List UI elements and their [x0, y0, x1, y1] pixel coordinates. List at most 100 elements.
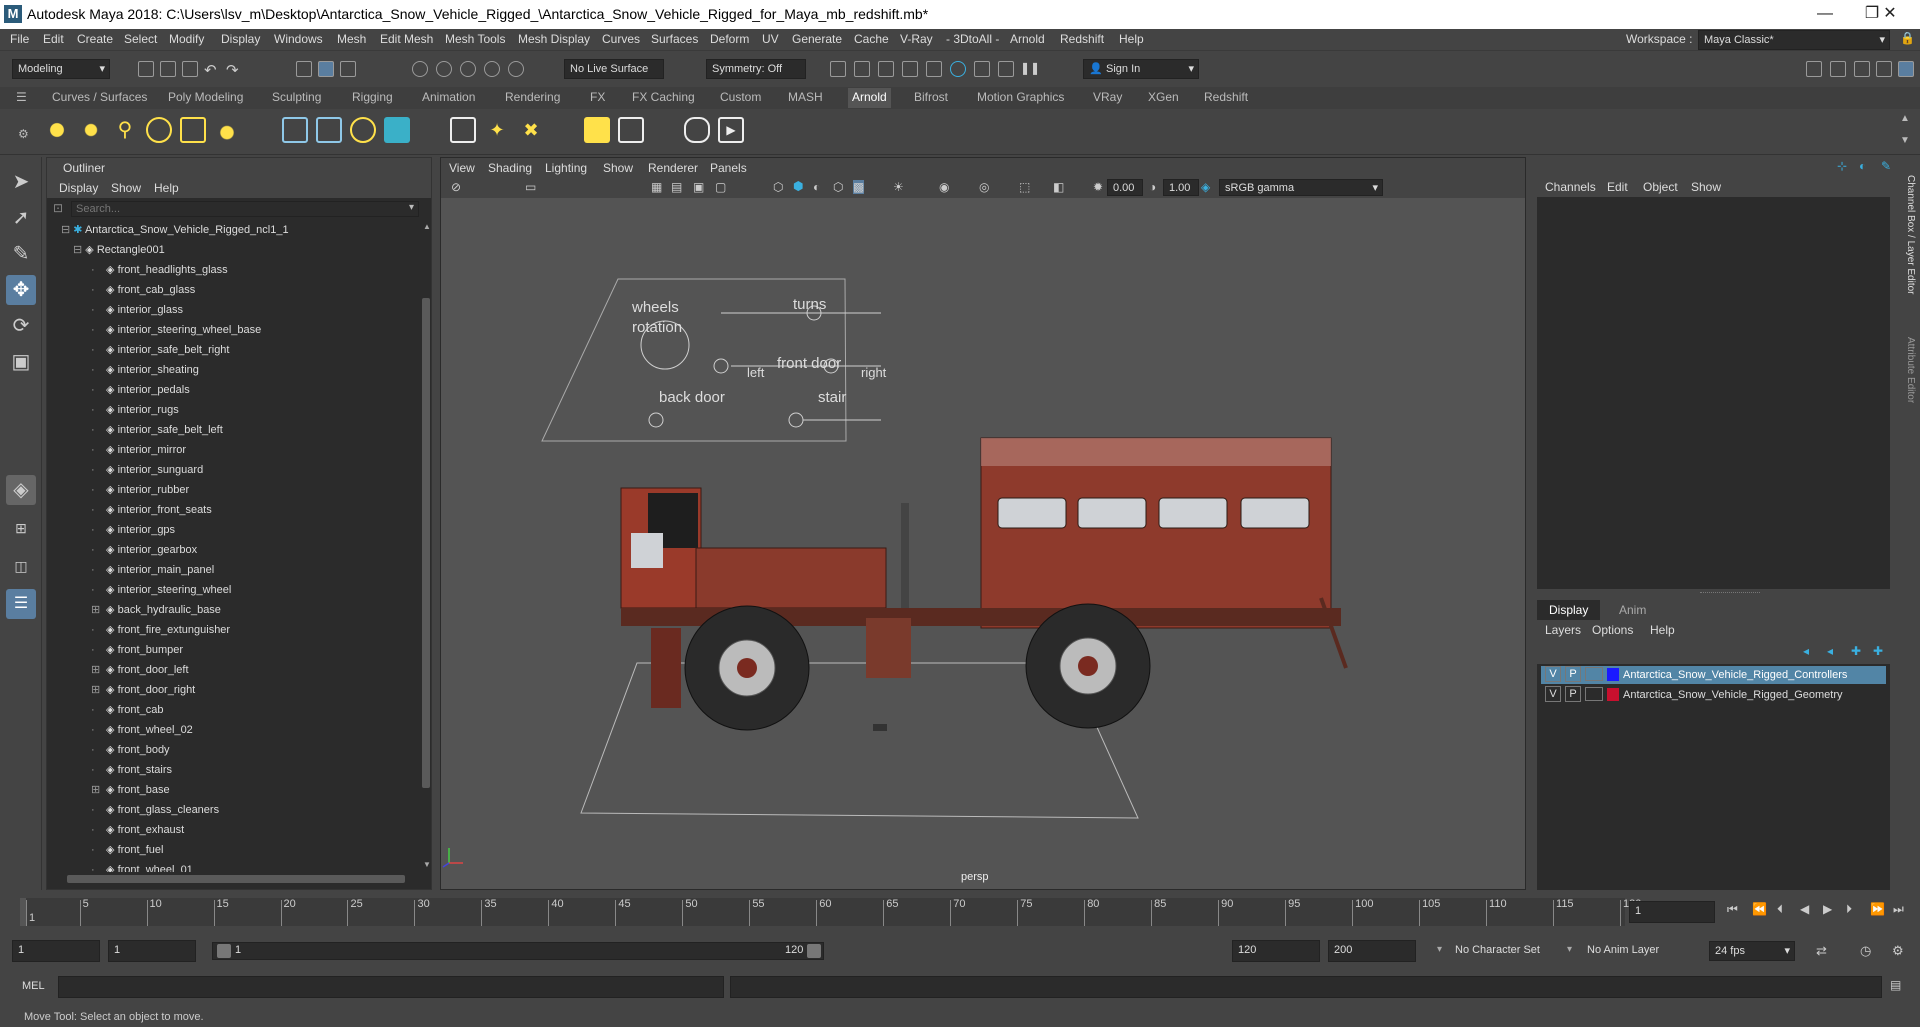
arnold-help-icon[interactable] — [618, 117, 644, 143]
redshift-ipr-icon[interactable] — [998, 61, 1014, 77]
isolate-select-icon[interactable]: ⬚ — [1019, 180, 1030, 194]
character-controls-icon[interactable] — [1830, 61, 1846, 77]
outliner-item[interactable]: · ◈ front_wheel_02 — [91, 720, 193, 740]
cb-menu-object[interactable]: Object — [1643, 180, 1678, 194]
snap-view-icon[interactable] — [484, 61, 500, 77]
shelf-tab-redshift[interactable]: Redshift — [1204, 90, 1248, 104]
eye-icon[interactable] — [684, 117, 710, 143]
animation-prefs-icon[interactable]: ⚙ — [1892, 943, 1904, 959]
smooth-shade-icon[interactable]: ⬢ — [793, 179, 803, 193]
physical-sky-icon[interactable] — [214, 117, 240, 143]
new-scene-icon[interactable] — [138, 61, 154, 77]
outliner-item[interactable]: · ◈ front_glass_cleaners — [91, 800, 219, 820]
outliner-item[interactable]: · ◈ front_headlights_glass — [91, 260, 228, 280]
expand-icon[interactable]: ⊞ — [91, 660, 103, 680]
tree-root[interactable]: ⊟ ✱ Antarctica_Snow_Vehicle_Rigged_ncl1_… — [61, 220, 289, 240]
use-all-lights-icon[interactable]: ☀ — [893, 180, 904, 194]
loop-icon[interactable]: ⇄ — [1816, 943, 1827, 959]
outliner-item[interactable]: · ◈ front_body — [91, 740, 170, 760]
workspace-dropdown[interactable]: Maya Classic* ▾ — [1698, 30, 1890, 50]
tree-group[interactable]: ⊟ ◈ Rectangle001 — [73, 240, 165, 260]
outliner-menu-help[interactable]: Help — [154, 181, 179, 195]
gamma-icon[interactable]: ◑ — [1149, 180, 1156, 194]
color-management-icon[interactable]: ◈ — [1201, 180, 1210, 194]
render-settings-icon[interactable] — [902, 61, 918, 77]
scroll-down-icon[interactable]: ▼ — [423, 860, 431, 869]
layer-visibility-toggle[interactable]: V — [1545, 666, 1561, 682]
outliner-item[interactable]: · ◈ interior_safe_belt_left — [91, 420, 223, 440]
character-set-dropdown[interactable]: No Character Set — [1455, 944, 1540, 956]
menu-edit[interactable]: Edit — [43, 32, 64, 46]
area-light-icon[interactable] — [44, 117, 70, 143]
menu-cache[interactable]: Cache — [854, 32, 889, 46]
shelf-scroll-up-icon[interactable]: ▲ — [1900, 113, 1910, 124]
outliner-item[interactable]: · ◈ interior_gps — [91, 520, 175, 540]
hypershade-icon[interactable] — [926, 61, 942, 77]
menu-display[interactable]: Display — [221, 32, 260, 46]
layer-color-swatch[interactable] — [1607, 668, 1619, 681]
move-layer-up-icon[interactable]: ◂ — [1803, 644, 1809, 658]
light-portal-icon[interactable] — [180, 117, 206, 143]
shelf-tab-rendering[interactable]: Rendering — [505, 90, 560, 104]
cb-menu-channels[interactable]: Channels — [1545, 180, 1596, 194]
render-view-icon[interactable] — [450, 117, 476, 143]
outliner-item[interactable]: · ◈ interior_glass — [91, 300, 183, 320]
menu-mesh[interactable]: Mesh — [337, 32, 366, 46]
snap-curve-icon[interactable] — [436, 61, 452, 77]
skydome-light-icon[interactable] — [146, 117, 172, 143]
menu-create[interactable]: Create — [77, 32, 113, 46]
shelf-tab-fx[interactable]: FX — [590, 90, 605, 104]
layer-row[interactable]: V P Antarctica_Snow_Vehicle_Rigged_Geometr… — [1541, 686, 1886, 704]
menu-set-dropdown[interactable]: Modeling ▾ — [12, 59, 110, 79]
playback-start-field[interactable]: 1 — [108, 940, 196, 962]
rotate-tool-icon[interactable]: ⟳ — [6, 311, 36, 341]
channel-box-icon[interactable]: ◐ — [1859, 159, 1866, 173]
sign-in-button[interactable]: 👤 Sign In ▾ — [1083, 59, 1199, 79]
outliner-item[interactable]: ⊞ ◈ front_base — [91, 780, 170, 800]
menu-redshift[interactable]: Redshift — [1060, 32, 1104, 46]
attribute-editor-side-tab[interactable]: Attribute Editor — [1902, 337, 1918, 457]
fps-dropdown[interactable]: 24 fps ▾ — [1709, 941, 1795, 961]
menu-deform[interactable]: Deform — [710, 32, 749, 46]
menu-help[interactable]: Help — [1119, 32, 1144, 46]
shelf-tab-rigging[interactable]: Rigging — [352, 90, 393, 104]
panel-divider[interactable] — [1700, 592, 1760, 594]
flush-caches-icon[interactable]: ✖ — [518, 117, 544, 143]
redo-icon[interactable]: ↷ — [226, 61, 242, 79]
export-standin-icon[interactable] — [316, 117, 342, 143]
menu-mesh-display[interactable]: Mesh Display — [518, 32, 590, 46]
outliner-item[interactable]: · ◈ front_wheel_01 — [91, 860, 193, 872]
save-scene-icon[interactable] — [182, 61, 198, 77]
outliner-item[interactable]: · ◈ interior_safe_belt_right — [91, 340, 229, 360]
menu-windows[interactable]: Windows — [274, 32, 323, 46]
snap-grid-icon[interactable] — [412, 61, 428, 77]
standin-icon[interactable] — [282, 117, 308, 143]
script-editor-icon[interactable]: ▤ — [1890, 978, 1901, 992]
paint-select-icon[interactable]: ✎ — [6, 239, 36, 269]
search-options-icon[interactable]: ▾ — [409, 202, 414, 213]
viewport-canvas[interactable]: wheels rotation turns left front door ri… — [441, 198, 1527, 891]
time-slider[interactable]: 1 5 10 15 20 25 30 35 40 45 50 55 60 65 70 75 80 85 90 95 10… — [0, 892, 1920, 932]
range-end-handle[interactable] — [807, 944, 821, 958]
auto-key-icon[interactable]: ◷ — [1860, 943, 1871, 959]
outliner-item[interactable]: · ◈ front_exhaust — [91, 820, 184, 840]
layer-playback-toggle[interactable]: P — [1565, 686, 1581, 702]
wireframe-on-shaded-icon[interactable]: ⬡ — [833, 180, 843, 194]
outliner-item[interactable]: · ◈ interior_mirror — [91, 440, 186, 460]
menu-3dtoall[interactable]: - 3DtoAll - — [946, 32, 999, 46]
shelf-scroll-down-icon[interactable]: ▼ — [1900, 135, 1910, 146]
outliner-layout-icon[interactable]: ☰ — [6, 589, 36, 619]
layer-type-toggle[interactable] — [1585, 687, 1603, 701]
expand-icon[interactable]: ⊞ — [91, 780, 103, 800]
undo-icon[interactable]: ↶ — [204, 61, 220, 79]
ambient-occlusion-icon[interactable]: ◎ — [979, 180, 989, 194]
move-tool-icon[interactable]: ✥ — [6, 275, 36, 305]
outliner-item[interactable]: · ◈ front_cab — [91, 700, 163, 720]
character-set-arrow-icon[interactable]: ▾ — [1437, 944, 1442, 955]
pause-icon[interactable]: ❚❚ — [1020, 61, 1040, 77]
layer-menu-layers[interactable]: Layers — [1545, 623, 1581, 637]
tx-manager-icon[interactable]: ✦ — [484, 117, 510, 143]
outliner-item[interactable]: · ◈ front_fire_extunguisher — [91, 620, 230, 640]
outliner-vscrollbar[interactable]: ▲ ▼ — [421, 218, 431, 872]
select-tool-icon[interactable]: ➤ — [6, 167, 36, 197]
